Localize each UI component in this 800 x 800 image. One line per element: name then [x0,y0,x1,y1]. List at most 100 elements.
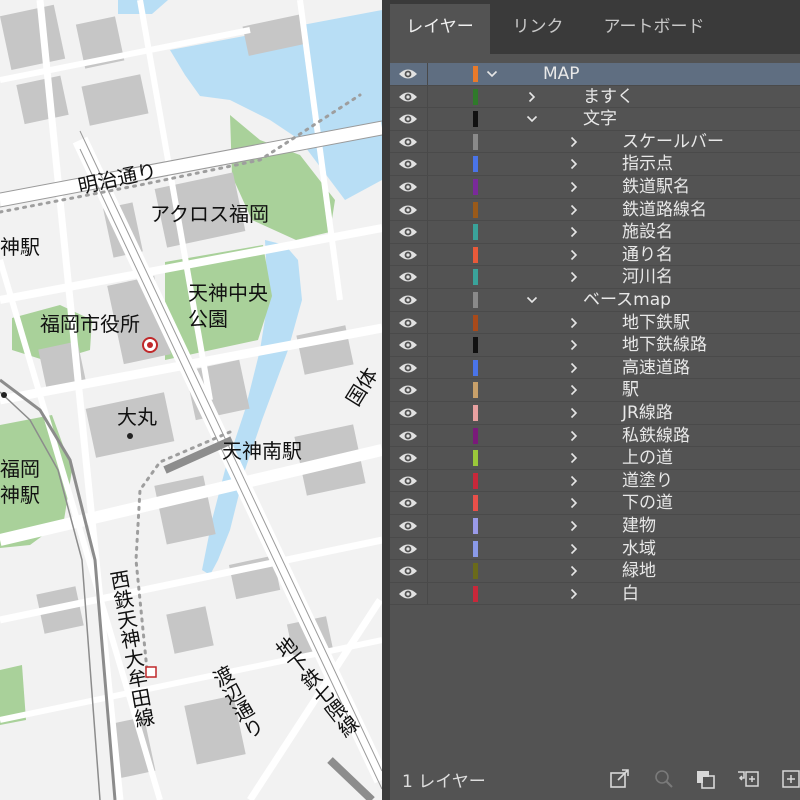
chevron-right-icon[interactable] [568,204,580,216]
visibility-eye-icon[interactable] [398,518,418,534]
lock-column[interactable] [427,379,428,402]
lock-column[interactable] [427,356,428,379]
visibility-eye-icon[interactable] [398,473,418,489]
lock-column[interactable] [427,447,428,470]
chevron-right-icon[interactable] [568,407,580,419]
visibility-eye-icon[interactable] [398,292,418,308]
layer-row[interactable]: 河川名 [390,266,800,289]
lock-column[interactable] [427,289,428,311]
layer-row[interactable]: スケールバー [390,130,800,154]
chevron-down-icon[interactable] [526,294,538,306]
new-layer-icon[interactable] [780,768,800,790]
visibility-eye-icon[interactable] [398,179,418,195]
chevron-right-icon[interactable] [568,362,580,374]
chevron-right-icon[interactable] [568,136,580,148]
visibility-eye-icon[interactable] [398,134,418,150]
visibility-eye-icon[interactable] [398,586,418,602]
layer-row[interactable]: 建物 [390,515,800,538]
chevron-right-icon[interactable] [568,565,580,577]
visibility-eye-icon[interactable] [398,541,418,557]
lock-column[interactable] [427,221,428,244]
chevron-right-icon[interactable] [568,452,580,464]
lock-column[interactable] [427,63,428,85]
visibility-eye-icon[interactable] [398,315,418,331]
layer-row[interactable]: MAP [390,63,800,86]
layer-row[interactable]: 鉄道駅名 [390,176,800,199]
lock-column[interactable] [427,176,428,198]
visibility-eye-icon[interactable] [398,111,418,127]
tab-links[interactable]: リンク [494,4,582,54]
lock-column[interactable] [427,85,428,108]
chevron-right-icon[interactable] [568,520,580,532]
layer-row[interactable]: 上の道 [390,447,800,470]
visibility-eye-icon[interactable] [398,382,418,398]
lock-column[interactable] [427,198,428,221]
chevron-right-icon[interactable] [568,384,580,396]
chevron-right-icon[interactable] [568,249,580,261]
visibility-eye-icon[interactable] [398,89,418,105]
layer-row[interactable]: 地下鉄駅 [390,311,800,335]
layer-row[interactable]: 文字 [390,108,800,131]
layer-row[interactable]: 高速道路 [390,356,800,380]
lock-column[interactable] [427,153,428,176]
lock-column[interactable] [427,243,428,266]
lock-column[interactable] [427,130,428,153]
chevron-right-icon[interactable] [568,475,580,487]
chevron-right-icon[interactable] [568,271,580,283]
lock-column[interactable] [427,469,428,492]
layer-row[interactable]: 地下鉄線路 [390,334,800,357]
chevron-right-icon[interactable] [568,339,580,351]
lock-column[interactable] [427,334,428,357]
layer-row[interactable]: 水域 [390,537,800,561]
locate-object-icon[interactable] [694,768,718,790]
tab-layers[interactable]: レイヤー [390,4,490,54]
visibility-eye-icon[interactable] [398,247,418,263]
lock-column[interactable] [427,560,428,583]
visibility-eye-icon[interactable] [398,405,418,421]
layer-row[interactable]: 鉄道路線名 [390,198,800,222]
map-canvas[interactable]: 明治通り アクロス福岡 神駅 天神中央 公園 福岡市役所 大丸 天神南駅 国体 … [0,0,382,800]
visibility-eye-icon[interactable] [398,224,418,240]
visibility-eye-icon[interactable] [398,66,418,82]
chevron-right-icon[interactable] [568,430,580,442]
chevron-right-icon[interactable] [526,91,538,103]
visibility-eye-icon[interactable] [398,428,418,444]
layer-row[interactable]: 施設名 [390,221,800,244]
lock-column[interactable] [427,311,428,334]
search-icon[interactable] [652,768,676,790]
export-icon[interactable] [608,768,632,790]
layer-row[interactable]: 道塗り [390,469,800,493]
lock-column[interactable] [427,492,428,515]
lock-column[interactable] [427,266,428,289]
lock-column[interactable] [427,108,428,131]
lock-column[interactable] [427,402,428,424]
lock-column[interactable] [427,537,428,560]
visibility-eye-icon[interactable] [398,202,418,218]
layer-row[interactable]: 通り名 [390,243,800,267]
chevron-right-icon[interactable] [568,158,580,170]
visibility-eye-icon[interactable] [398,269,418,285]
visibility-eye-icon[interactable] [398,450,418,466]
city-hall-marker-icon[interactable] [141,336,159,354]
lock-column[interactable] [427,424,428,447]
new-sublayer-icon[interactable] [736,768,760,790]
layer-row[interactable]: ベースmap [390,289,800,312]
lock-column[interactable] [427,515,428,537]
chevron-right-icon[interactable] [568,181,580,193]
layer-row[interactable]: JR線路 [390,402,800,425]
visibility-eye-icon[interactable] [398,360,418,376]
layer-row[interactable]: 白 [390,582,800,606]
chevron-right-icon[interactable] [568,588,580,600]
visibility-eye-icon[interactable] [398,563,418,579]
layer-row[interactable]: 指示点 [390,153,800,176]
chevron-down-icon[interactable] [526,113,538,125]
lock-column[interactable] [427,582,428,605]
layer-row[interactable]: 私鉄線路 [390,424,800,448]
layer-row[interactable]: 緑地 [390,560,800,583]
chevron-right-icon[interactable] [568,497,580,509]
tab-artboards[interactable]: アートボード [586,4,722,54]
chevron-right-icon[interactable] [568,317,580,329]
visibility-eye-icon[interactable] [398,156,418,172]
chevron-right-icon[interactable] [568,543,580,555]
panel-divider[interactable] [382,0,390,800]
